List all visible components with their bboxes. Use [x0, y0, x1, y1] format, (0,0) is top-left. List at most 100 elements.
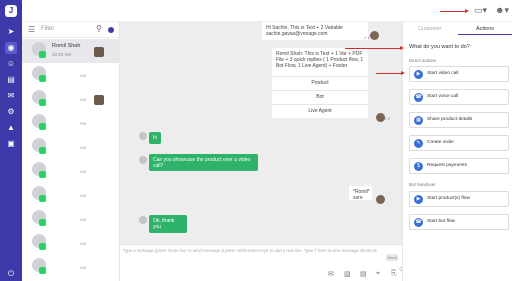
whatsapp-icon [39, 147, 46, 154]
whatsapp-icon [39, 99, 46, 106]
location-icon[interactable]: ⌖ [376, 270, 380, 278]
direct-action-button[interactable]: ✎ Create order [409, 135, 509, 151]
read-tick-icon: ✓✓ [384, 116, 391, 121]
contact-time-short: AM [80, 145, 86, 150]
action-icon: ✎ [414, 139, 423, 148]
attach-icon[interactable]: ⎘ [391, 270, 397, 278]
monitor-icon[interactable]: ▭▾ [474, 5, 487, 16]
settings-icon[interactable]: ⚙ [5, 106, 17, 118]
contact-row[interactable]: AM [22, 135, 120, 159]
contact-time: 10:23 AM [52, 52, 72, 57]
agent-thumbnail [94, 95, 104, 105]
inbox-icon[interactable]: ▣ [5, 138, 17, 150]
annotation-arrowhead [400, 46, 404, 50]
contact-row[interactable]: AM [22, 183, 120, 207]
contacts-list: ☰ Filter ⚲ Romil Shah 10:23 AM AM AM PM AM AM A… [22, 22, 120, 281]
action-label: Start video call [427, 71, 459, 76]
annotation-arrow [376, 73, 402, 74]
action-icon: ▶ [414, 70, 423, 79]
user-menu-icon[interactable]: ☻▾ [495, 5, 509, 16]
contact-time-short: AM [80, 265, 86, 270]
quick-reply-product[interactable]: Product [272, 76, 368, 90]
contact-time-short: AM [80, 193, 86, 198]
action-label: Share product details [427, 117, 473, 122]
contact-row[interactable]: AM [22, 87, 120, 111]
whatsapp-icon [39, 267, 46, 274]
whatsapp-icon [39, 75, 46, 82]
contact-row[interactable]: PM [22, 111, 120, 135]
bot-action-button[interactable]: ☎ Start bot flow [409, 214, 509, 230]
contact-time-short: AM [80, 241, 86, 246]
customer-message-question: Can you showcase the product over a vide… [149, 154, 258, 171]
whatsapp-icon [39, 243, 46, 250]
direct-action-button[interactable]: ▶ Start video call [409, 66, 509, 82]
contact-row[interactable]: Romil Shah 10:23 AM [22, 39, 120, 63]
customer-message-ok: Ok, thank you [149, 215, 187, 233]
agent-message-sure: *Romil* sure [349, 186, 372, 201]
whatsapp-icon [39, 51, 46, 58]
bot-action-button[interactable]: ▶ Start product(s) flow [409, 191, 509, 207]
template-message-2: Romil Shah: This is Text + 1 Var + PDF F… [272, 48, 368, 76]
action-label: Start bot flow [427, 219, 455, 224]
direct-action-button[interactable]: ☎ Start voice call [409, 89, 509, 105]
analytics-icon[interactable]: ▲ [5, 122, 17, 134]
contact-row[interactable]: AM [22, 207, 120, 231]
annotation-arrow [345, 48, 401, 49]
customer-avatar [139, 132, 147, 140]
action-icon: $ [414, 162, 423, 171]
nav-rail: J ➤ ◉ ☺ ▤ ✉ ⚙ ▲ ▣ ⏻ [0, 0, 22, 281]
contact-row[interactable]: AM [22, 231, 120, 255]
app-root: J ➤ ◉ ☺ ▤ ✉ ⚙ ▲ ▣ ⏻ ▭▾ ☻▾ ☰ Filter ⚲ Rom… [0, 0, 512, 281]
whatsapp-icon [39, 195, 46, 202]
action-icon: ▦ [414, 116, 423, 125]
action-icon: ☎ [414, 93, 423, 102]
agent-avatar [370, 31, 379, 40]
campaign-icon[interactable]: ✉ [5, 90, 17, 102]
filter-icon[interactable]: ☰ [28, 25, 35, 34]
agent-thumbnail [94, 47, 104, 57]
quick-reply-bot[interactable]: Bot [272, 90, 368, 104]
search-icon[interactable]: ⚲ [96, 24, 102, 33]
top-bar: ▭▾ ☻▾ [22, 0, 512, 22]
quick-reply-live-agent[interactable]: Live Agent [272, 104, 368, 118]
send-icon[interactable]: ➤ [5, 26, 17, 38]
agent-avatar [376, 113, 385, 122]
contact-time-short: AM [80, 97, 86, 102]
message-input[interactable]: Type a message (press 'Enter key' to sen… [123, 248, 385, 255]
contact-row[interactable]: AM [22, 159, 120, 183]
annotation-arrow [440, 11, 466, 12]
whatsapp-icon [39, 171, 46, 178]
whatsapp-icon [39, 123, 46, 130]
action-icon: ☎ [414, 218, 423, 227]
logout-icon[interactable]: ⏻ [5, 268, 17, 280]
customer-avatar [139, 216, 147, 224]
chat-area: Hi Sachin, This is Text + 2 Variable sac… [120, 22, 402, 244]
customer-avatar [139, 156, 147, 164]
whatsapp-template-icon[interactable]: ✉ [328, 270, 334, 278]
direct-actions-label: Direct actions [409, 58, 437, 63]
contact-row[interactable]: AM [22, 63, 120, 87]
filter-bar: ☰ Filter ⚲ [22, 22, 120, 38]
contact-time-short: AM [80, 169, 86, 174]
reports-icon[interactable]: ▤ [5, 74, 17, 86]
action-label: Request payments [427, 163, 467, 168]
action-label: Create order [427, 140, 454, 145]
tab-actions[interactable]: Actions [458, 23, 512, 35]
new-chat-icon[interactable] [108, 27, 114, 33]
direct-action-button[interactable]: $ Request payments [409, 158, 509, 174]
contact-name: Romil Shah [52, 43, 81, 49]
whatsapp-icon [39, 219, 46, 226]
tab-customer[interactable]: Customer [403, 23, 457, 35]
chat-icon[interactable]: ◉ [5, 42, 17, 54]
contact-row[interactable]: AM [22, 255, 120, 279]
annotation-arrowhead [401, 71, 405, 75]
image-icon[interactable]: ▧ [344, 270, 351, 278]
action-icon: ▶ [414, 195, 423, 204]
document-icon[interactable]: ▤ [360, 270, 367, 278]
send-button[interactable]: Send [386, 254, 398, 261]
contacts-icon[interactable]: ☺ [5, 58, 17, 70]
direct-action-button[interactable]: ▦ Share product details [409, 112, 509, 128]
bot-handover-label: Bot handover [409, 182, 436, 187]
filter-label[interactable]: Filter [41, 26, 54, 32]
app-logo: J [5, 5, 17, 17]
